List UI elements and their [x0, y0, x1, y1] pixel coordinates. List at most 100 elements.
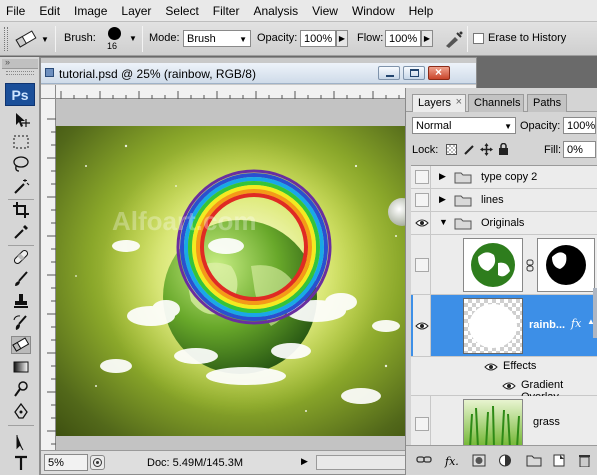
lock-all-icon[interactable] [498, 143, 509, 156]
menu-select[interactable]: Select [165, 4, 198, 18]
clone-stamp-tool[interactable] [11, 292, 31, 310]
link-layers-icon[interactable] [416, 454, 432, 466]
menu-filter[interactable]: Filter [213, 4, 240, 18]
tab-channels[interactable]: Channels [468, 94, 524, 112]
add-mask-icon[interactable] [472, 454, 486, 467]
close-icon[interactable]: × [456, 96, 462, 108]
layer-row[interactable] [411, 235, 597, 295]
dodge-tool[interactable] [11, 380, 31, 398]
move-tool[interactable] [11, 111, 31, 129]
marquee-tool[interactable] [11, 133, 31, 151]
visibility-toggle[interactable] [413, 295, 431, 356]
menu-file[interactable]: File [6, 4, 25, 18]
document-title-bar[interactable]: tutorial.psd @ 25% (rainbow, RGB/8) × [41, 63, 476, 84]
chain-link-icon[interactable] [526, 259, 534, 272]
visibility-toggle[interactable] [413, 166, 431, 188]
tab-layers[interactable]: Layers × [412, 94, 466, 112]
type-tool[interactable] [11, 454, 31, 472]
menu-help[interactable]: Help [409, 4, 434, 18]
tab-paths[interactable]: Paths [527, 94, 567, 112]
eyedropper-tool[interactable] [11, 223, 31, 241]
path-selection-tool[interactable] [11, 433, 31, 451]
erase-to-history-checkbox[interactable] [473, 33, 484, 44]
minimize-button[interactable] [378, 66, 400, 80]
layer-row[interactable]: ▶ type copy 2 [411, 166, 597, 189]
lock-pixels-icon[interactable] [463, 143, 476, 156]
eye-icon[interactable] [484, 362, 498, 372]
globe-thumbnail-icon [471, 243, 515, 287]
menu-layer[interactable]: Layer [121, 4, 151, 18]
pen-tool[interactable] [11, 402, 31, 420]
photoshop-logo[interactable]: Ps [5, 83, 35, 106]
airbrush-toggle[interactable] [443, 29, 465, 49]
add-layer-style-icon[interactable]: fx. [445, 455, 459, 468]
ruler-origin[interactable] [41, 85, 56, 99]
flow-field[interactable]: 100% [385, 30, 421, 47]
visibility-toggle[interactable] [413, 396, 431, 447]
lock-position-icon[interactable] [480, 143, 493, 156]
blend-mode-select[interactable]: Normal ▼ [412, 117, 516, 134]
fx-icon[interactable]: fx [571, 317, 581, 330]
new-layer-icon[interactable] [553, 454, 566, 467]
layer-thumbnail[interactable] [463, 399, 523, 447]
layer-row-selected[interactable]: rainb... fx ▲ [411, 295, 597, 357]
healing-brush-tool[interactable] [11, 248, 31, 266]
layer-name: rainb... [529, 319, 566, 331]
lock-transparency-icon[interactable] [446, 144, 457, 155]
visibility-toggle[interactable] [413, 235, 431, 294]
opacity-field[interactable]: 100% [300, 30, 336, 47]
adjustment-layer-icon[interactable] [498, 454, 512, 467]
layer-row[interactable]: ▶ lines [411, 189, 597, 212]
magic-wand-tool[interactable] [11, 177, 31, 195]
layer-thumbnail[interactable] [463, 298, 523, 354]
vertical-ruler[interactable] [41, 99, 56, 464]
tools-grip[interactable] [6, 71, 34, 75]
layers-list[interactable]: ▶ type copy 2 ▶ lines ▼ Originals rainb.… [411, 165, 597, 447]
menu-view[interactable]: View [312, 4, 338, 18]
options-grip[interactable] [4, 27, 8, 51]
chevron-down-icon[interactable]: ▼ [129, 34, 137, 43]
mode-select[interactable]: Brush ▼ [183, 30, 251, 47]
status-menu-button[interactable] [90, 455, 105, 470]
lasso-tool[interactable] [11, 155, 31, 173]
layers-scrollbar[interactable] [593, 288, 597, 338]
tool-preset-picker[interactable]: ▼ [14, 27, 52, 51]
new-group-icon[interactable] [526, 454, 542, 467]
trash-icon[interactable] [578, 454, 591, 467]
artwork[interactable]: Alfoart.com [56, 126, 422, 436]
chevron-right-icon[interactable]: ▶ [439, 171, 446, 182]
effects-row[interactable]: Effects [411, 357, 597, 376]
divider [142, 26, 143, 52]
brush-tool[interactable] [11, 270, 31, 288]
menu-edit[interactable]: Edit [39, 4, 60, 18]
gradient-tool[interactable] [11, 358, 31, 376]
folder-icon [454, 195, 472, 207]
layer-opacity-field[interactable]: 100% [563, 117, 596, 134]
brush-picker[interactable]: 16 [103, 26, 127, 54]
eraser-tool[interactable] [11, 336, 31, 354]
flow-slider-button[interactable]: ▶ [421, 30, 433, 47]
menu-image[interactable]: Image [74, 4, 107, 18]
status-arrow-icon[interactable]: ▶ [301, 456, 308, 467]
visibility-toggle[interactable] [413, 212, 431, 234]
history-brush-tool[interactable] [11, 314, 31, 332]
crop-tool[interactable] [11, 201, 31, 219]
layer-mask-thumbnail[interactable] [537, 238, 595, 292]
menu-analysis[interactable]: Analysis [253, 4, 298, 18]
eye-icon[interactable] [502, 381, 516, 391]
layer-row[interactable]: ▼ Originals [411, 212, 597, 235]
opacity-slider-button[interactable]: ▶ [336, 30, 348, 47]
tools-panel-header[interactable]: » [2, 57, 38, 69]
maximize-button[interactable] [403, 66, 425, 80]
zoom-field[interactable]: 5% [44, 454, 88, 471]
chevron-right-icon[interactable]: ▶ [439, 194, 446, 205]
crop-icon [13, 202, 29, 218]
layer-thumbnail[interactable] [463, 238, 523, 292]
effect-row[interactable]: Gradient Overlay [411, 376, 597, 403]
menu-window[interactable]: Window [352, 4, 395, 18]
chevron-down-icon[interactable]: ▼ [439, 217, 448, 227]
visibility-toggle[interactable] [413, 189, 431, 211]
layer-row[interactable]: grass [411, 396, 597, 447]
close-button[interactable]: × [428, 65, 450, 80]
fill-field[interactable]: 0% [563, 141, 596, 158]
